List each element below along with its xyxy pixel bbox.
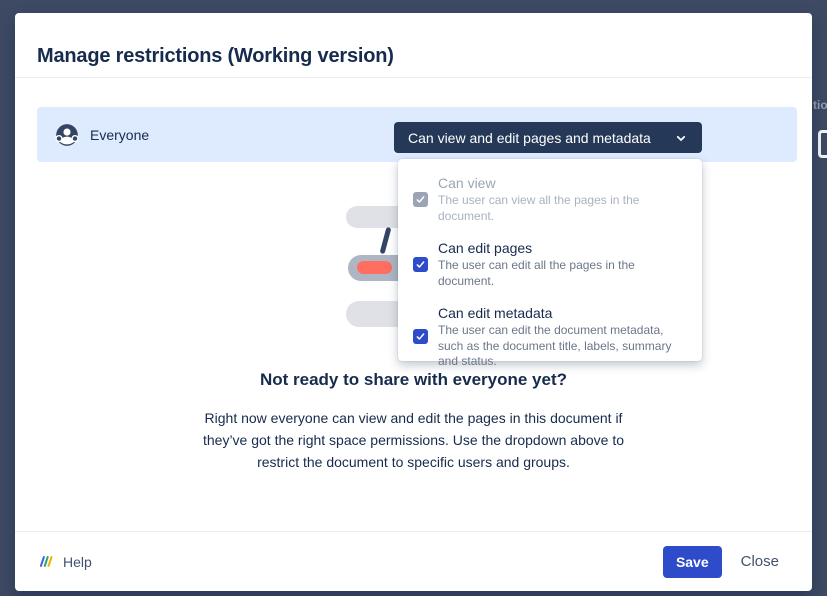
dialog-title: Manage restrictions (Working version) (37, 45, 394, 68)
menu-item-description: The user can edit the document metadata,… (438, 323, 683, 370)
can-view-checkbox (413, 192, 428, 207)
illustration-pencil-icon (380, 227, 392, 254)
background-clipped-text: tio (813, 98, 827, 112)
illustration-red-toggle (357, 261, 392, 274)
close-button[interactable]: Close (741, 553, 779, 570)
can-edit-pages-checkbox[interactable] (413, 257, 428, 272)
save-button[interactable]: Save (663, 546, 722, 578)
help-slashes-icon (37, 553, 54, 570)
menu-item-label: Can view (438, 174, 683, 193)
permission-dropdown-value: Can view and edit pages and metadata (408, 130, 651, 146)
menu-item-can-view: Can view The user can view all the pages… (413, 174, 686, 224)
menu-item-label: Can edit pages (438, 239, 683, 258)
help-label: Help (63, 554, 92, 570)
menu-item-can-edit-pages[interactable]: Can edit pages The user can edit all the… (413, 239, 686, 289)
dialog-footer: Help Save Close (15, 531, 812, 591)
help-link[interactable]: Help (37, 553, 92, 570)
can-edit-metadata-checkbox[interactable] (413, 329, 428, 344)
background-clipped-document-icon (818, 130, 827, 158)
header-divider (15, 77, 812, 78)
permission-dropdown-menu: Can view The user can view all the pages… (398, 159, 702, 361)
menu-item-description: The user can view all the pages in the d… (438, 193, 683, 224)
empty-state-body: Right now everyone can view and edit the… (189, 407, 639, 473)
permission-dropdown-button[interactable]: Can view and edit pages and metadata (394, 122, 702, 153)
page-background: { "window": { "background_fragment_text"… (0, 0, 827, 596)
people-group-icon (54, 122, 80, 148)
empty-state-heading: Not ready to share with everyone yet? (15, 370, 812, 390)
menu-item-label: Can edit metadata (438, 304, 683, 323)
menu-item-can-edit-metadata[interactable]: Can edit metadata The user can edit the … (413, 304, 686, 370)
menu-item-description: The user can edit all the pages in the d… (438, 258, 683, 289)
manage-restrictions-dialog: Manage restrictions (Working version) Ev… (15, 13, 812, 591)
chevron-down-icon (674, 131, 688, 145)
principal-name: Everyone (90, 127, 149, 143)
